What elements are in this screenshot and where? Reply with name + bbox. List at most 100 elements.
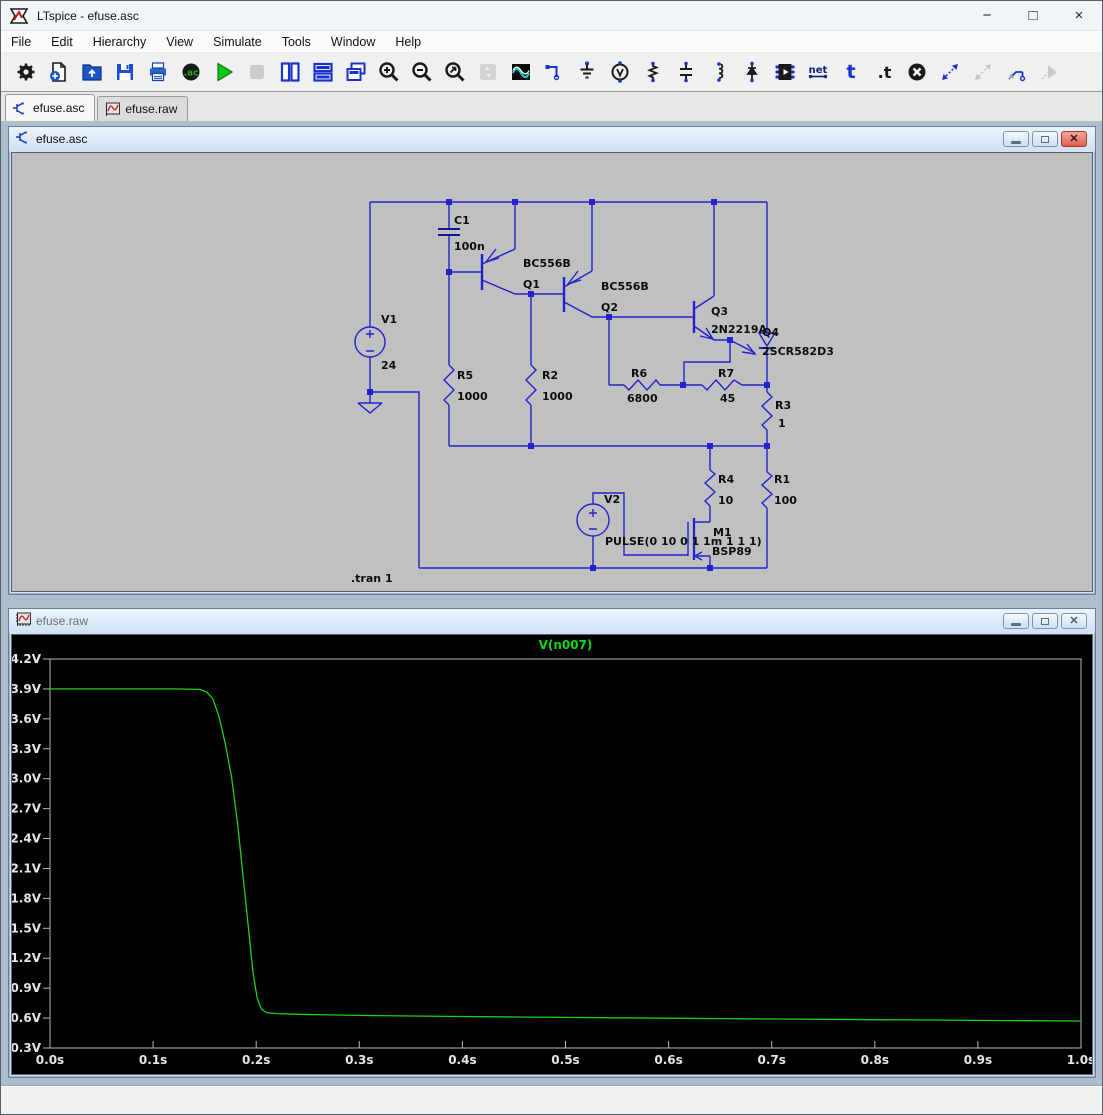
label-ref-Q4[interactable]: Q4: [762, 326, 779, 339]
save-icon[interactable]: [111, 59, 138, 86]
menu-tools[interactable]: Tools: [272, 33, 321, 51]
schematic-close-button[interactable]: ✕: [1061, 131, 1087, 147]
text-icon[interactable]: t: [837, 59, 864, 86]
component-Q2[interactable]: [564, 271, 592, 317]
cascade-icon[interactable]: [342, 59, 369, 86]
trace-V(n007)[interactable]: [50, 689, 1081, 1021]
label-ref-C1[interactable]: C1: [454, 214, 470, 227]
minimize-button[interactable]: −: [964, 1, 1010, 30]
plot-close-button[interactable]: ✕: [1061, 613, 1087, 629]
copy-icon[interactable]: [936, 59, 963, 86]
component-V1[interactable]: [355, 327, 385, 357]
label-value-R4[interactable]: 10: [718, 494, 734, 507]
label-value-Q1[interactable]: BC556B: [523, 257, 571, 270]
plot-settings-icon[interactable]: [507, 59, 534, 86]
menu-hierarchy[interactable]: Hierarchy: [83, 33, 157, 51]
component-R7[interactable]: [702, 380, 742, 390]
spice-directive-text[interactable]: .tran 1: [351, 572, 393, 585]
plot-restore-button[interactable]: [1032, 613, 1058, 629]
spice-directive-icon[interactable]: .t: [870, 59, 897, 86]
titlebar: LTspice - efuse.asc − □ ×: [1, 1, 1102, 31]
component-R2[interactable]: [526, 365, 536, 405]
zoom-fit-icon[interactable]: [441, 59, 468, 86]
tile-vertical-icon[interactable]: [276, 59, 303, 86]
open-icon[interactable]: [78, 59, 105, 86]
waveform-canvas[interactable]: 4.2V3.9V3.6V3.3V3.0V2.7V2.4V2.1V1.8V1.5V…: [11, 634, 1093, 1075]
schematic-window-titlebar[interactable]: efuse.asc ✕: [9, 127, 1095, 151]
plot-window-titlebar[interactable]: efuse.raw ✕: [9, 609, 1095, 633]
component-R4[interactable]: [705, 470, 715, 506]
label-ref-R4[interactable]: R4: [718, 473, 734, 486]
ground-symbol[interactable]: [358, 403, 382, 413]
component-Q1[interactable]: [482, 249, 515, 294]
schematic-minimize-button[interactable]: [1003, 131, 1029, 147]
schematic-canvas[interactable]: V1 24 C1 100n Q1 BC556B Q2 BC556B Q3 2N2219AQ4 2SC…: [11, 152, 1093, 592]
label-value-M1[interactable]: BSP89: [712, 545, 752, 558]
voltage-source-icon[interactable]: [606, 59, 633, 86]
inductor-icon[interactable]: [705, 59, 732, 86]
edit-simcmd-icon[interactable]: .ac: [177, 59, 204, 86]
plot-minimize-button[interactable]: [1003, 613, 1029, 629]
menu-window[interactable]: Window: [321, 33, 385, 51]
label-ref-M1[interactable]: M1: [713, 526, 732, 539]
label-ref-R6[interactable]: R6: [631, 367, 647, 380]
label-ref-V1[interactable]: V1: [381, 313, 397, 326]
x-tick-label: 0.4s: [448, 1053, 476, 1067]
label-value-R5[interactable]: 1000: [457, 390, 488, 403]
label-value-Q3[interactable]: 2N2219A: [711, 323, 767, 336]
label-ref-R5[interactable]: R5: [457, 369, 473, 382]
zoom-in-icon[interactable]: [375, 59, 402, 86]
menu-edit[interactable]: Edit: [41, 33, 83, 51]
trace-title[interactable]: V(n007): [539, 638, 593, 652]
wire-icon[interactable]: [540, 59, 567, 86]
tab-efuse.raw[interactable]: efuse.raw: [97, 96, 188, 121]
maximize-button[interactable]: □: [1010, 1, 1056, 30]
ground-icon[interactable]: [573, 59, 600, 86]
delete-icon[interactable]: [903, 59, 930, 86]
menu-help[interactable]: Help: [385, 33, 431, 51]
schematic-tab-icon: [15, 130, 31, 148]
component-R1[interactable]: [762, 472, 772, 508]
label-value-R6[interactable]: 6800: [627, 392, 658, 405]
capacitor-icon[interactable]: [672, 59, 699, 86]
label-ref-Q1[interactable]: Q1: [523, 278, 540, 291]
label-ref-V2[interactable]: V2: [604, 493, 620, 506]
label-value-R3[interactable]: 1: [778, 417, 786, 430]
label-ref-R2[interactable]: R2: [542, 369, 558, 382]
new-schematic-icon[interactable]: [45, 59, 72, 86]
component-R6[interactable]: [624, 380, 660, 390]
tab-efuse.asc[interactable]: efuse.asc: [5, 94, 95, 121]
netlist-icon[interactable]: net: [804, 59, 831, 86]
zoom-out-icon[interactable]: [408, 59, 435, 86]
label-ref-Q3[interactable]: Q3: [711, 305, 728, 318]
settings-icon[interactable]: [12, 59, 39, 86]
resistor-icon[interactable]: [639, 59, 666, 86]
menu-simulate[interactable]: Simulate: [203, 33, 272, 51]
menu-file[interactable]: File: [1, 33, 41, 51]
schematic-restore-button[interactable]: [1032, 131, 1058, 147]
label-value-R1[interactable]: 100: [774, 494, 797, 507]
label-ref-Q2[interactable]: Q2: [601, 301, 618, 314]
label-value-C1[interactable]: 100n: [454, 240, 485, 253]
close-button[interactable]: ×: [1056, 1, 1102, 30]
component-icon[interactable]: [771, 59, 798, 86]
label-value-Q4[interactable]: 2SCR582D3: [762, 345, 834, 358]
label-value-R2[interactable]: 1000: [542, 390, 573, 403]
label-value-Q2[interactable]: BC556B: [601, 280, 649, 293]
label-ref-R3[interactable]: R3: [775, 399, 791, 412]
label-ref-R1[interactable]: R1: [774, 473, 790, 486]
label-value-V1[interactable]: 24: [381, 359, 397, 372]
component-R3[interactable]: [762, 392, 772, 430]
component-R5[interactable]: [444, 365, 454, 405]
menu-view[interactable]: View: [156, 33, 203, 51]
diode-icon[interactable]: [738, 59, 765, 86]
component-C1[interactable]: [438, 229, 460, 235]
run-icon[interactable]: [210, 59, 237, 86]
drag-icon[interactable]: [1002, 59, 1029, 86]
label-value-R7[interactable]: 45: [720, 392, 735, 405]
component-V2[interactable]: [577, 504, 609, 536]
directive-0[interactable]: .tran 1: [351, 572, 393, 585]
tile-horizontal-icon[interactable]: [309, 59, 336, 86]
label-ref-R7[interactable]: R7: [718, 367, 734, 380]
print-icon[interactable]: [144, 59, 171, 86]
